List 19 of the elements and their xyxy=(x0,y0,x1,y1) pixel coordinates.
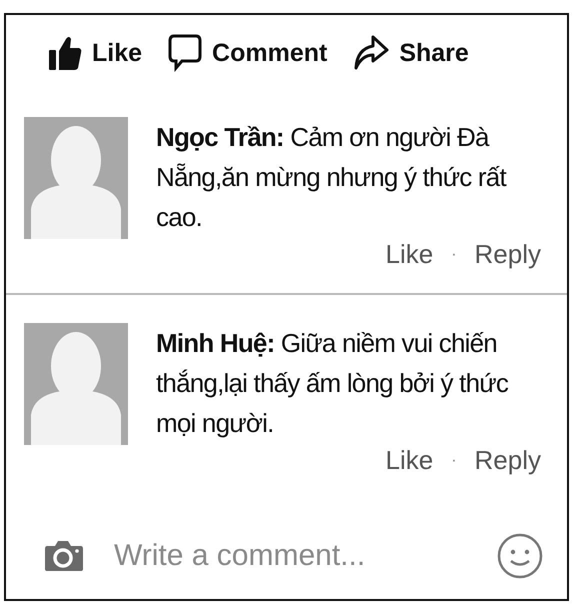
like-link[interactable]: Like xyxy=(385,445,434,476)
separator-dot: · xyxy=(451,246,457,264)
avatar-silhouette-icon xyxy=(24,323,128,445)
share-button[interactable]: Share xyxy=(353,33,469,73)
thumbs-up-icon xyxy=(48,35,82,71)
like-link[interactable]: Like xyxy=(385,239,434,270)
separator-dot: · xyxy=(451,452,457,470)
comment-text: Minh Huệ: Giữa niềm vui chiến thắng,lại thấy ấm lòng bởi ý thức mọi người. xyxy=(156,327,510,440)
camera-icon xyxy=(44,540,84,572)
speech-bubble-icon xyxy=(168,34,202,72)
smiley-icon[interactable] xyxy=(497,533,543,579)
share-arrow-icon xyxy=(353,34,390,72)
comment-text: Ngọc Trần: Cảm ơn người Đà Nẵng,ăn mừng nhưng ý thức rất cao. xyxy=(156,121,508,234)
avatar-silhouette-icon xyxy=(24,117,128,239)
like-button[interactable]: Like xyxy=(48,33,142,73)
comment-button[interactable]: Comment xyxy=(168,33,328,73)
comment-input[interactable]: Write a comment... xyxy=(112,538,469,574)
reply-link[interactable]: Reply xyxy=(474,445,541,476)
reply-link[interactable]: Reply xyxy=(474,239,541,270)
